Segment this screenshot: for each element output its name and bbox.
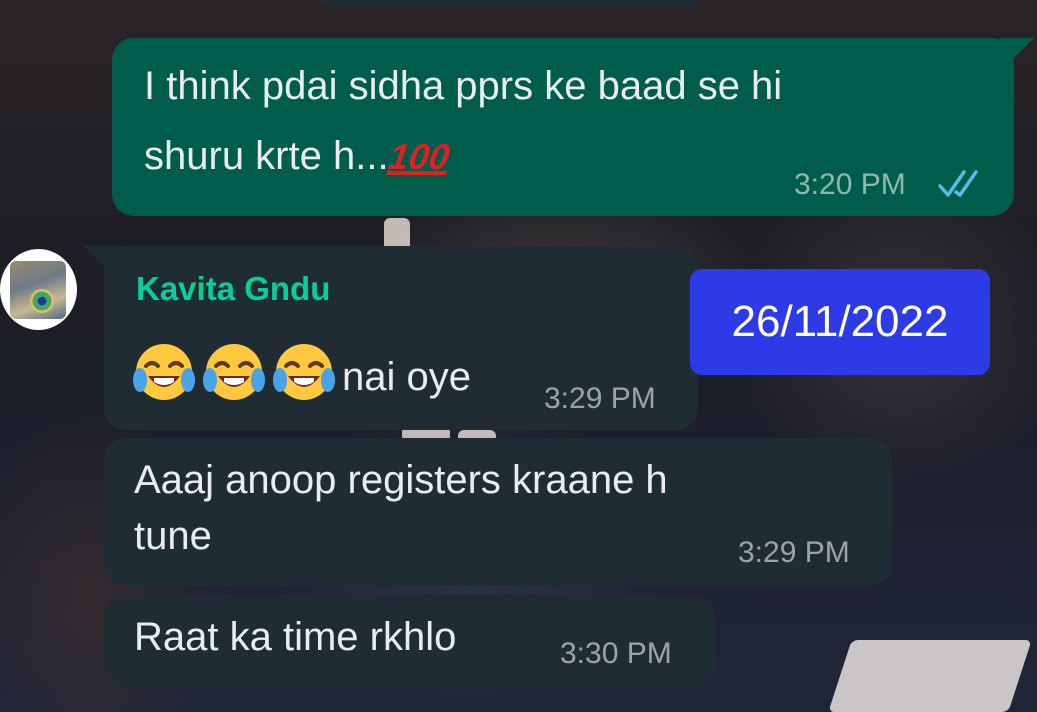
message-timestamp: 3:20 PM xyxy=(794,168,906,201)
avatar-image xyxy=(10,261,66,319)
incoming-message[interactable]: Aaaj anoop registers kraane h tune 3:29 … xyxy=(104,438,892,586)
outgoing-message[interactable]: I think pdai sidha pprs ke baad se hi sh… xyxy=(112,38,1014,216)
peacock-feather-icon xyxy=(30,289,54,313)
face-with-tears-of-joy-icon xyxy=(202,340,266,404)
incoming-message-with-sender[interactable]: Kavita Gndu nai oye 3:29 PM xyxy=(104,246,698,430)
double-check-icon xyxy=(938,170,978,197)
sender-name: Kavita Gndu xyxy=(136,270,331,307)
hundred-points-emoji: 100 xyxy=(385,136,452,177)
face-with-tears-of-joy-icon xyxy=(272,340,336,404)
message-timestamp: 3:30 PM xyxy=(560,637,672,670)
message-text: Raat ka time rkhlo xyxy=(134,615,457,659)
contact-avatar[interactable] xyxy=(0,249,77,330)
message-text-line-2: shuru krte h...100 xyxy=(144,128,452,185)
message-text-line-2-text: shuru krte h... xyxy=(144,134,389,178)
face-with-tears-of-joy-icon xyxy=(132,340,196,404)
message-timestamp: 3:29 PM xyxy=(738,536,850,569)
message-timestamp: 3:29 PM xyxy=(544,382,656,415)
previous-message-bubble[interactable] xyxy=(318,0,700,8)
message-text-line-1: Aaaj anoop registers kraane h xyxy=(134,458,668,502)
message-text-line-1: I think pdai sidha pprs ke baad se hi xyxy=(144,64,783,108)
incoming-message[interactable]: Raat ka time rkhlo 3:30 PM xyxy=(104,595,716,687)
date-badge: 26/11/2022 xyxy=(690,269,990,375)
message-text-body: nai oye xyxy=(342,355,471,399)
message-text: nai oye xyxy=(132,340,471,405)
message-text-line-2: tune xyxy=(134,514,212,558)
